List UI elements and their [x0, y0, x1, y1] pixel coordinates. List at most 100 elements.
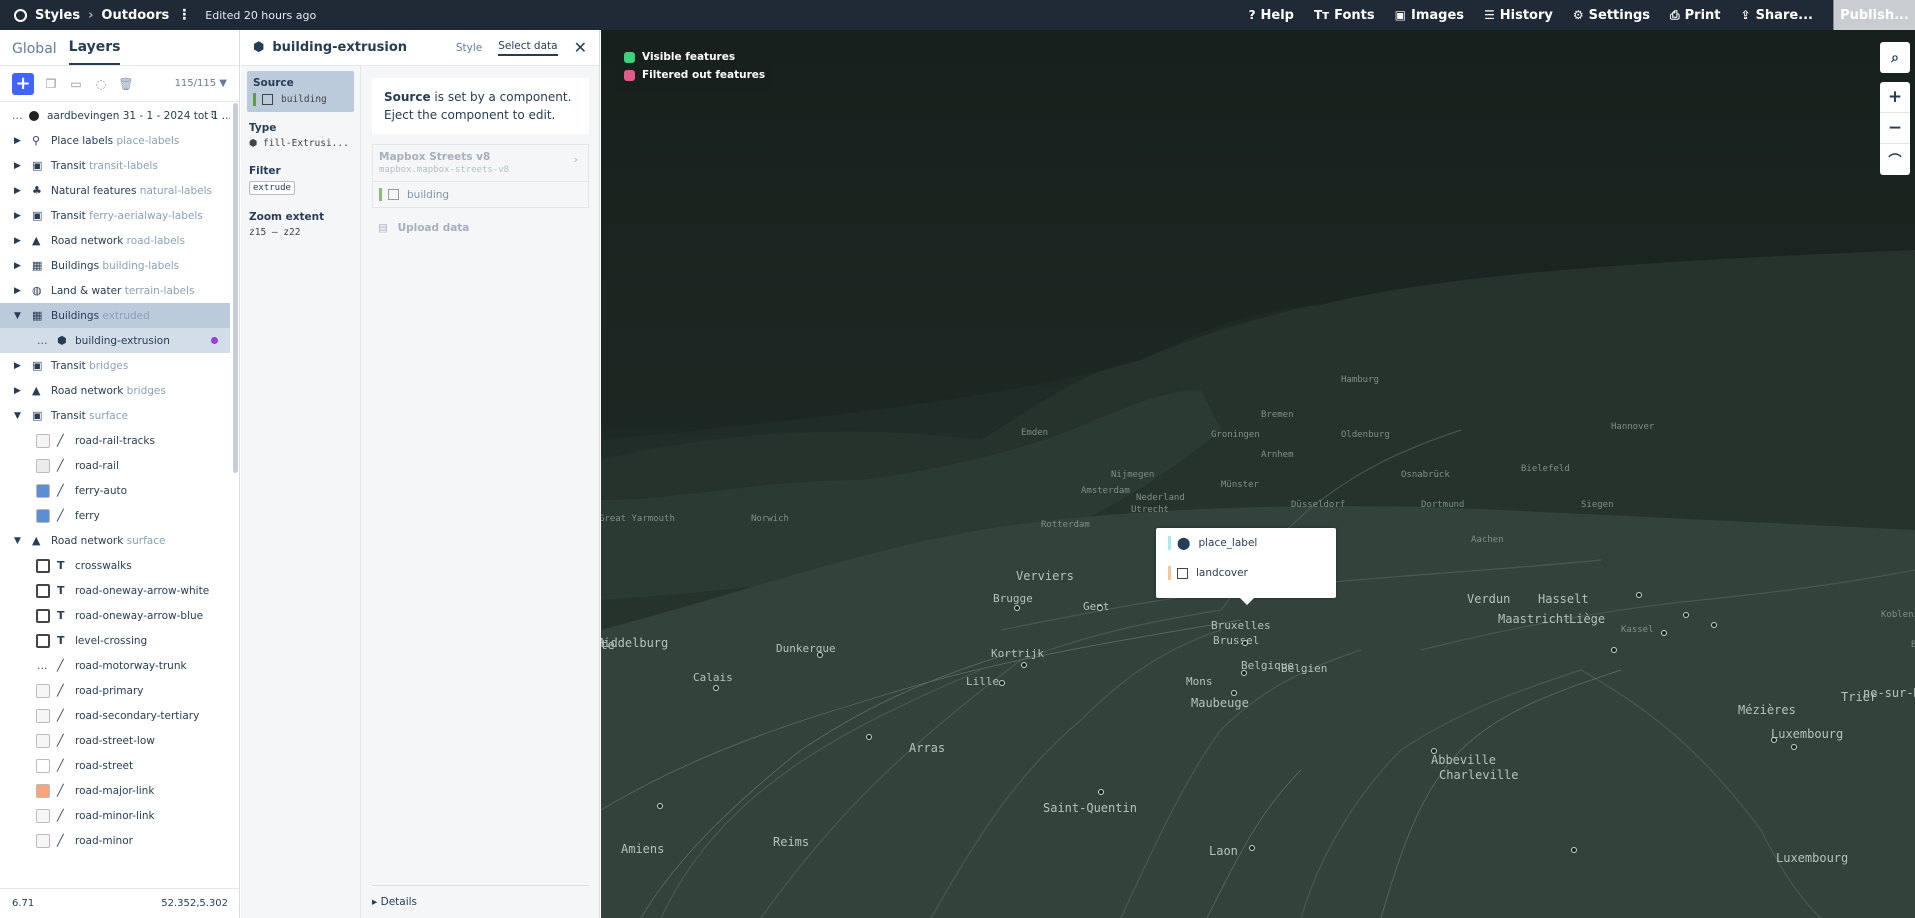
color-swatch[interactable]: [36, 808, 50, 823]
tab-layers[interactable]: Layers: [68, 39, 121, 65]
share-button[interactable]: ⇪ Share...: [1741, 8, 1814, 23]
source-card[interactable]: Mapbox Streets v8 mapbox.mapbox-streets-…: [372, 144, 589, 208]
layer-group-bridges[interactable]: ▶ ▲ Road network bridges: [0, 378, 230, 403]
add-layer-button[interactable]: +: [12, 72, 34, 95]
color-swatch[interactable]: [36, 458, 50, 473]
zoom-out-button[interactable]: −: [1880, 113, 1910, 144]
duplicate-icon[interactable]: ❐: [43, 76, 59, 92]
symbol-swatch[interactable]: [36, 608, 50, 623]
layer-item[interactable]: … ╱ road-motorway-trunk: [0, 653, 230, 678]
drag-handle-icon[interactable]: ⠿: [210, 110, 218, 122]
layer-item[interactable]: ╱ ferry-auto: [0, 478, 230, 503]
caret-right-icon[interactable]: ▶: [14, 211, 21, 221]
breadcrumb-style-name[interactable]: Outdoors: [101, 8, 169, 23]
fonts-button[interactable]: Tт Fonts: [1314, 8, 1375, 23]
layer-name: road-rail-tracks: [75, 434, 155, 447]
source-property[interactable]: Source building: [247, 71, 354, 112]
filter-property[interactable]: Filter extrude: [241, 159, 360, 201]
layer-item[interactable]: ╱ road-major-link: [0, 778, 230, 803]
layer-item[interactable]: ╱ ferry: [0, 503, 230, 528]
caret-right-icon[interactable]: ▶: [14, 236, 21, 246]
details-toggle[interactable]: ▸ Details: [372, 885, 589, 908]
caret-right-icon[interactable]: ▶: [14, 286, 21, 296]
layer-group-extruded[interactable]: ▼ ▦ Buildings extruded: [0, 303, 230, 328]
layer-counter[interactable]: 115/115 ▼: [175, 78, 227, 89]
symbol-swatch[interactable]: [36, 558, 50, 573]
layer-item-building-extrusion[interactable]: … ⬢ building-extrusion: [0, 328, 230, 353]
color-swatch[interactable]: [36, 483, 50, 498]
layer-item[interactable]: ╱ road-primary: [0, 678, 230, 703]
layer-group-surface[interactable]: ▼ ▲ Road network surface: [0, 528, 230, 553]
layer-item[interactable]: Troad-oneway-arrow-blue: [0, 603, 230, 628]
layer-group-transit-labels[interactable]: ▶ ▣ Transit transit-labels: [0, 153, 230, 178]
folder-icon[interactable]: ▭: [68, 76, 84, 92]
color-swatch[interactable]: [36, 783, 50, 798]
layer-item[interactable]: ╱ road-street: [0, 753, 230, 778]
layer-group-building-labels[interactable]: ▶ ▦ Buildings building-labels: [0, 253, 230, 278]
tab-select-data[interactable]: Select data: [498, 40, 558, 56]
search-icon[interactable]: ⌕: [1880, 42, 1910, 73]
color-swatch[interactable]: [36, 758, 50, 773]
caret-down-icon[interactable]: ▼: [14, 536, 21, 546]
legend-filtered-label: Filtered out features: [642, 69, 766, 81]
caret-right-icon[interactable]: ▶: [14, 186, 21, 196]
layer-list-scrollbar[interactable]: [233, 103, 238, 473]
layer-item[interactable]: ╱ road-minor: [0, 828, 230, 853]
upload-data-button[interactable]: ▤ Upload data: [372, 222, 589, 234]
layer-group-label: Transit bridges: [51, 360, 128, 372]
color-swatch[interactable]: [36, 833, 50, 848]
caret-down-icon[interactable]: ▼: [14, 411, 21, 421]
zoom-in-button[interactable]: +: [1880, 82, 1910, 113]
layer-item[interactable]: ╱ road-rail: [0, 453, 230, 478]
layer-group-surface[interactable]: ▼ ▣ Transit surface: [0, 403, 230, 428]
type-property[interactable]: Type ⬢ fill-Extrusi...: [241, 116, 360, 155]
print-button[interactable]: ⎙ Print: [1670, 8, 1720, 23]
caret-right-icon[interactable]: ▶: [14, 386, 21, 396]
breadcrumb-styles[interactable]: Styles: [35, 8, 80, 23]
close-icon[interactable]: ✕: [574, 38, 587, 57]
layer-item[interactable]: ╱ road-secondary-tertiary: [0, 703, 230, 728]
source-layer-item[interactable]: building: [373, 181, 588, 207]
tab-global[interactable]: Global: [12, 41, 57, 65]
layer-group-terrain-labels[interactable]: ▶ ◍ Land & water terrain-labels: [0, 278, 230, 303]
tab-style[interactable]: Style: [456, 42, 482, 54]
caret-down-icon[interactable]: ▼: [14, 311, 21, 321]
color-swatch[interactable]: [36, 708, 50, 723]
color-swatch[interactable]: [36, 683, 50, 698]
layer-item[interactable]: Tcrosswalks: [0, 553, 230, 578]
layer-item[interactable]: Troad-oneway-arrow-white: [0, 578, 230, 603]
color-swatch[interactable]: [36, 433, 50, 448]
symbol-swatch[interactable]: [36, 633, 50, 648]
history-button[interactable]: ☰ History: [1484, 8, 1553, 23]
layer-item[interactable]: ╱ road-rail-tracks: [0, 428, 230, 453]
layer-group-place-labels[interactable]: ▶ ⚲ Place labels place-labels: [0, 128, 230, 153]
caret-right-icon[interactable]: ▶: [14, 361, 21, 371]
layer-item[interactable]: Tlevel-crossing: [0, 628, 230, 653]
popup-row-place-label[interactable]: ⬤ place_label: [1156, 528, 1336, 558]
caret-right-icon[interactable]: ▶: [14, 161, 21, 171]
layer-group-road-labels[interactable]: ▶ ▲ Road network road-labels: [0, 228, 230, 253]
layer-group-bridges[interactable]: ▶ ▣ Transit bridges: [0, 353, 230, 378]
kebab-menu-icon[interactable]: ⋮: [177, 7, 191, 23]
trash-icon[interactable]: 🗑: [118, 76, 134, 92]
publish-button[interactable]: Publish...: [1833, 0, 1915, 30]
layer-group-natural-labels[interactable]: ▶ ♣ Natural features natural-labels: [0, 178, 230, 203]
help-button[interactable]: ? Help: [1249, 8, 1294, 23]
settings-button[interactable]: ⚙ Settings: [1573, 8, 1650, 23]
caret-right-icon[interactable]: ▶: [14, 261, 21, 271]
layer-item[interactable]: ╱ road-minor-link: [0, 803, 230, 828]
layer-item-earthquakes[interactable]: … aardbevingen 31 - 1 - 2024 tot 1 ... ⠿: [0, 103, 230, 128]
zoom-extent-property[interactable]: Zoom extent z15 – z22: [241, 205, 360, 244]
hide-icon[interactable]: ◌: [93, 76, 109, 92]
mapbox-logo-icon[interactable]: [14, 8, 27, 22]
symbol-swatch[interactable]: [36, 583, 50, 598]
layer-group-ferry-aerialway-labels[interactable]: ▶ ▣ Transit ferry-aerialway-labels: [0, 203, 230, 228]
popup-row-landcover[interactable]: landcover: [1156, 558, 1336, 588]
compass-icon[interactable]: ⌒: [1880, 144, 1910, 175]
color-swatch[interactable]: [36, 508, 50, 523]
map-canvas[interactable]: Visible features Filtered out features ⌕…: [601, 30, 1915, 918]
caret-right-icon[interactable]: ▶: [14, 136, 21, 146]
images-button[interactable]: ▣ Images: [1395, 8, 1464, 23]
layer-item[interactable]: ╱ road-street-low: [0, 728, 230, 753]
color-swatch[interactable]: [36, 733, 50, 748]
